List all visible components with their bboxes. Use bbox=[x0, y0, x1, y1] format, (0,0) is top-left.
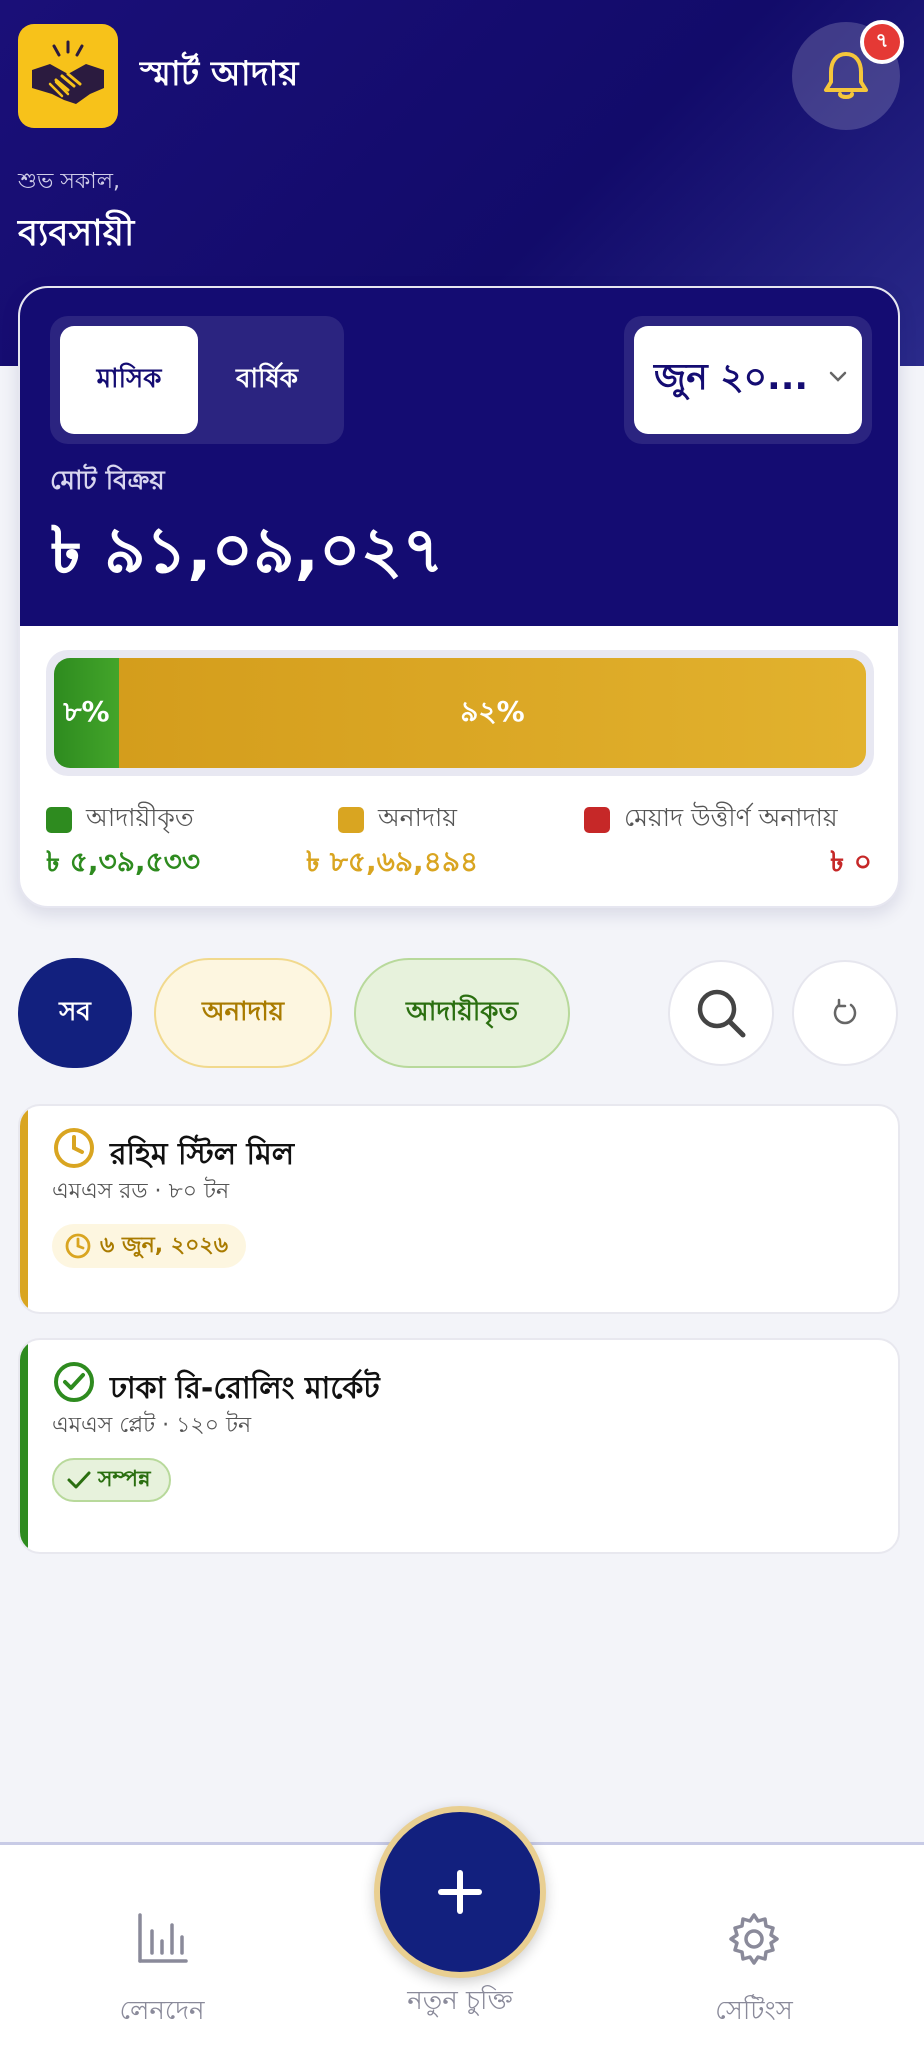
search-icon bbox=[697, 989, 746, 1038]
deal-details: এমএস রড · ৮০ টন bbox=[52, 1179, 230, 1204]
clock-icon bbox=[54, 1128, 94, 1168]
legend-due-value: ৳ ৮৫,৬৯,৪৯৪ bbox=[306, 845, 479, 878]
notification-badge: ৭ bbox=[860, 20, 904, 64]
total-sales-amount: ৳ ৯১,০৯,০২৭ bbox=[50, 514, 444, 588]
legend-overdue-value: ৳ ০ bbox=[830, 845, 872, 878]
legend-overdue: মেয়াদ উত্তীর্ণ অনাদায় bbox=[584, 798, 838, 841]
progress-collected-label: ৮% bbox=[63, 694, 110, 728]
new-contract-label: নতুন চুক্তি bbox=[407, 1986, 513, 2016]
handshake-icon bbox=[32, 40, 104, 104]
deal-status-badge: সম্পন্ন bbox=[52, 1458, 171, 1502]
progress-due-label: ৯২% bbox=[460, 694, 525, 728]
period-toggle: মাসিক বার্ষিক bbox=[50, 316, 344, 444]
user-name: ব্যবসায়ী bbox=[18, 213, 135, 254]
gear-icon bbox=[729, 1913, 779, 1965]
deal-accent-collected bbox=[20, 1340, 28, 1552]
search-button[interactable] bbox=[668, 960, 774, 1066]
bar-chart-icon bbox=[138, 1913, 188, 1963]
progress-collected: ৮% bbox=[54, 658, 119, 768]
month-select-value: জুন ২০... bbox=[654, 357, 809, 398]
nav-settings-label: সেটিংস bbox=[715, 1996, 793, 2026]
toggle-yearly[interactable]: বার্ষিক bbox=[198, 326, 336, 434]
filter-due[interactable]: অনাদায় bbox=[154, 958, 332, 1068]
deal-date-badge: ৬ জুন, ২০২৬ bbox=[52, 1224, 247, 1268]
refresh-button[interactable] bbox=[792, 960, 898, 1066]
clock-icon bbox=[65, 1233, 91, 1259]
legend-swatch-due bbox=[338, 806, 364, 833]
deal-card[interactable]: ঢাকা রি-রোলিং মার্কেট এমএস প্লেট · ১২০ ট… bbox=[18, 1338, 900, 1554]
progress-due: ৯২% bbox=[118, 658, 866, 768]
nav-transactions[interactable]: লেনদেন bbox=[62, 1911, 262, 2034]
collection-progress-bar: ৮% ৯২% bbox=[46, 650, 874, 776]
deal-accent-due bbox=[20, 1106, 28, 1312]
plus-icon bbox=[438, 1870, 482, 1914]
legend-collected-value: ৳ ৫,৩৯,৫৩৩ bbox=[46, 845, 201, 878]
toggle-monthly[interactable]: মাসিক bbox=[60, 326, 198, 434]
chevron-down-icon bbox=[829, 371, 847, 382]
app-title: স্মার্ট আদায় bbox=[140, 54, 299, 94]
filter-collected[interactable]: আদায়ীকৃত bbox=[354, 958, 570, 1068]
new-contract-button[interactable] bbox=[374, 1806, 546, 1978]
app-logo bbox=[18, 24, 118, 128]
total-sales-label: মোট বিক্রয় bbox=[50, 466, 165, 496]
greeting-text: শুভ সকাল, bbox=[18, 169, 121, 194]
nav-transactions-label: লেনদেন bbox=[119, 1996, 205, 2026]
bell-icon bbox=[824, 52, 868, 99]
legend-overdue-label: মেয়াদ উত্তীর্ণ অনাদায় bbox=[624, 803, 838, 832]
nav-settings[interactable]: সেটিংস bbox=[654, 1911, 854, 2034]
check-circle-icon bbox=[54, 1362, 94, 1402]
refresh-icon bbox=[833, 998, 857, 1025]
check-icon bbox=[67, 1471, 91, 1489]
legend-swatch-collected bbox=[46, 806, 72, 833]
filter-all[interactable]: সব bbox=[18, 958, 132, 1068]
legend-collected: আদায়ীকৃত bbox=[46, 798, 194, 841]
deal-date: ৬ জুন, ২০২৬ bbox=[100, 1232, 229, 1258]
legend-due: অনাদায় bbox=[338, 798, 457, 841]
sales-summary-card: মাসিক বার্ষিক জুন ২০... মোট বিক্রয় ৳ ৯১… bbox=[18, 286, 900, 908]
deal-status: সম্পন্ন bbox=[98, 1466, 151, 1492]
deal-card[interactable]: রহিম স্টিল মিল এমএস রড · ৮০ টন ৬ জুন, ২০… bbox=[18, 1104, 900, 1314]
deal-details: এমএস প্লেট · ১২০ টন bbox=[52, 1413, 252, 1438]
legend-due-label: অনাদায় bbox=[378, 803, 457, 832]
month-select[interactable]: জুন ২০... bbox=[634, 326, 862, 434]
legend-collected-label: আদায়ীকৃত bbox=[86, 803, 194, 832]
legend-swatch-overdue bbox=[584, 806, 610, 833]
month-selector-wrap: জুন ২০... bbox=[624, 316, 872, 444]
